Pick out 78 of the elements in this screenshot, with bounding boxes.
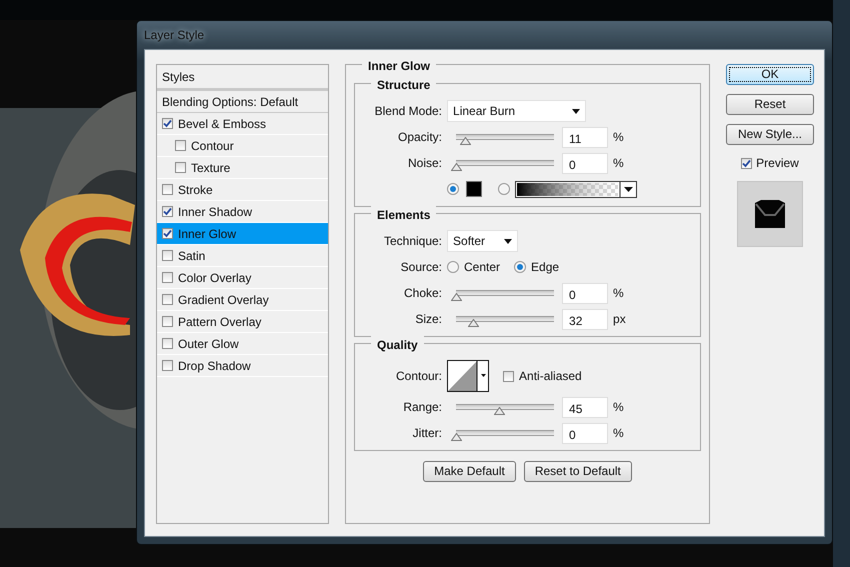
checkbox[interactable] bbox=[162, 250, 173, 261]
unit-label: % bbox=[613, 425, 624, 442]
unit-label: % bbox=[613, 129, 624, 146]
dropdown[interactable]: Softer bbox=[447, 230, 518, 252]
style-item[interactable]: Inner Glow bbox=[157, 223, 328, 245]
checkbox[interactable] bbox=[175, 140, 186, 151]
checkbox[interactable] bbox=[162, 338, 173, 349]
field-label: Choke: bbox=[402, 285, 444, 302]
checkbox[interactable] bbox=[162, 294, 173, 305]
checkbox[interactable] bbox=[162, 360, 173, 371]
field-label: Range: bbox=[402, 399, 444, 416]
slider-thumb[interactable] bbox=[468, 318, 480, 326]
checkbox[interactable] bbox=[503, 370, 514, 382]
style-item[interactable]: Outer Glow bbox=[157, 333, 328, 355]
contour-picker[interactable] bbox=[447, 360, 490, 392]
style-item[interactable]: Gradient Overlay bbox=[157, 289, 328, 311]
window-title: Layer Style bbox=[144, 27, 204, 44]
panel-button[interactable]: Make Default bbox=[423, 461, 516, 482]
slider-thumb[interactable] bbox=[460, 136, 471, 144]
unit-label: px bbox=[613, 311, 626, 328]
dropdown[interactable]: Linear Burn bbox=[447, 100, 586, 122]
list-header: Styles bbox=[157, 65, 328, 89]
envelope-icon bbox=[753, 199, 787, 229]
dialog-button[interactable]: OK bbox=[726, 64, 814, 85]
radio-button[interactable] bbox=[447, 183, 460, 195]
style-item[interactable]: Pattern Overlay bbox=[157, 311, 328, 333]
number-field[interactable]: 0 bbox=[562, 152, 608, 174]
slider-thumb[interactable] bbox=[451, 292, 462, 300]
style-item[interactable]: Bevel & Emboss bbox=[157, 113, 328, 135]
field-label: Jitter: bbox=[412, 425, 444, 442]
field-label: Source: bbox=[400, 259, 444, 276]
dialog-button[interactable]: New Style... bbox=[726, 124, 814, 145]
style-item[interactable]: Texture bbox=[157, 157, 328, 179]
checkbox[interactable] bbox=[162, 316, 173, 327]
number-field[interactable]: 32 bbox=[562, 308, 608, 330]
checkbox[interactable] bbox=[162, 118, 173, 129]
radio-button[interactable] bbox=[447, 261, 460, 273]
style-item[interactable]: Drop Shadow bbox=[157, 355, 328, 377]
option-label[interactable]: Edge bbox=[531, 258, 560, 276]
field-label: Noise: bbox=[407, 155, 444, 172]
panel-button[interactable]: Reset to Default bbox=[524, 461, 632, 482]
radio-button[interactable] bbox=[498, 183, 510, 195]
style-item[interactable]: Color Overlay bbox=[157, 267, 328, 289]
checkbox[interactable] bbox=[175, 162, 186, 173]
color-swatch[interactable] bbox=[466, 181, 482, 197]
checkbox[interactable] bbox=[162, 184, 173, 195]
checkbox[interactable] bbox=[162, 228, 173, 239]
checkbox[interactable] bbox=[741, 158, 752, 168]
number-field[interactable]: 11 bbox=[562, 126, 608, 148]
checkbox[interactable] bbox=[162, 206, 173, 217]
number-field[interactable]: 0 bbox=[562, 422, 608, 444]
field-label: Blend Mode: bbox=[374, 103, 444, 120]
style-item[interactable]: Satin bbox=[157, 245, 328, 267]
unit-label: % bbox=[613, 285, 624, 302]
slider-thumb[interactable] bbox=[451, 162, 462, 170]
dialog-button[interactable]: Reset bbox=[726, 94, 814, 115]
gradient-picker[interactable] bbox=[515, 180, 638, 198]
caret-icon bbox=[504, 238, 512, 244]
caret-icon bbox=[572, 108, 580, 114]
slider-thumb[interactable] bbox=[451, 432, 462, 440]
field-label: Technique: bbox=[382, 233, 444, 250]
checkbox-label[interactable]: Preview bbox=[756, 154, 799, 172]
number-field[interactable]: 0 bbox=[562, 282, 608, 304]
radio-button[interactable] bbox=[514, 261, 526, 273]
unit-label: % bbox=[613, 155, 624, 172]
unit-label: % bbox=[613, 399, 624, 416]
style-item[interactable]: Stroke bbox=[157, 179, 328, 201]
field-label: Size: bbox=[414, 311, 444, 328]
checkbox-label[interactable]: Anti-aliased bbox=[519, 367, 582, 385]
checkbox[interactable] bbox=[162, 272, 173, 283]
slider-thumb[interactable] bbox=[494, 406, 506, 414]
option-label[interactable]: Center bbox=[464, 258, 500, 276]
number-field[interactable]: 45 bbox=[562, 396, 608, 418]
field-label: Contour: bbox=[394, 368, 444, 385]
field-label: Opacity: bbox=[397, 129, 444, 146]
style-item[interactable]: Blending Options: Default bbox=[157, 89, 328, 113]
style-item[interactable]: Contour bbox=[157, 135, 328, 157]
group-title: Quality bbox=[371, 336, 424, 354]
